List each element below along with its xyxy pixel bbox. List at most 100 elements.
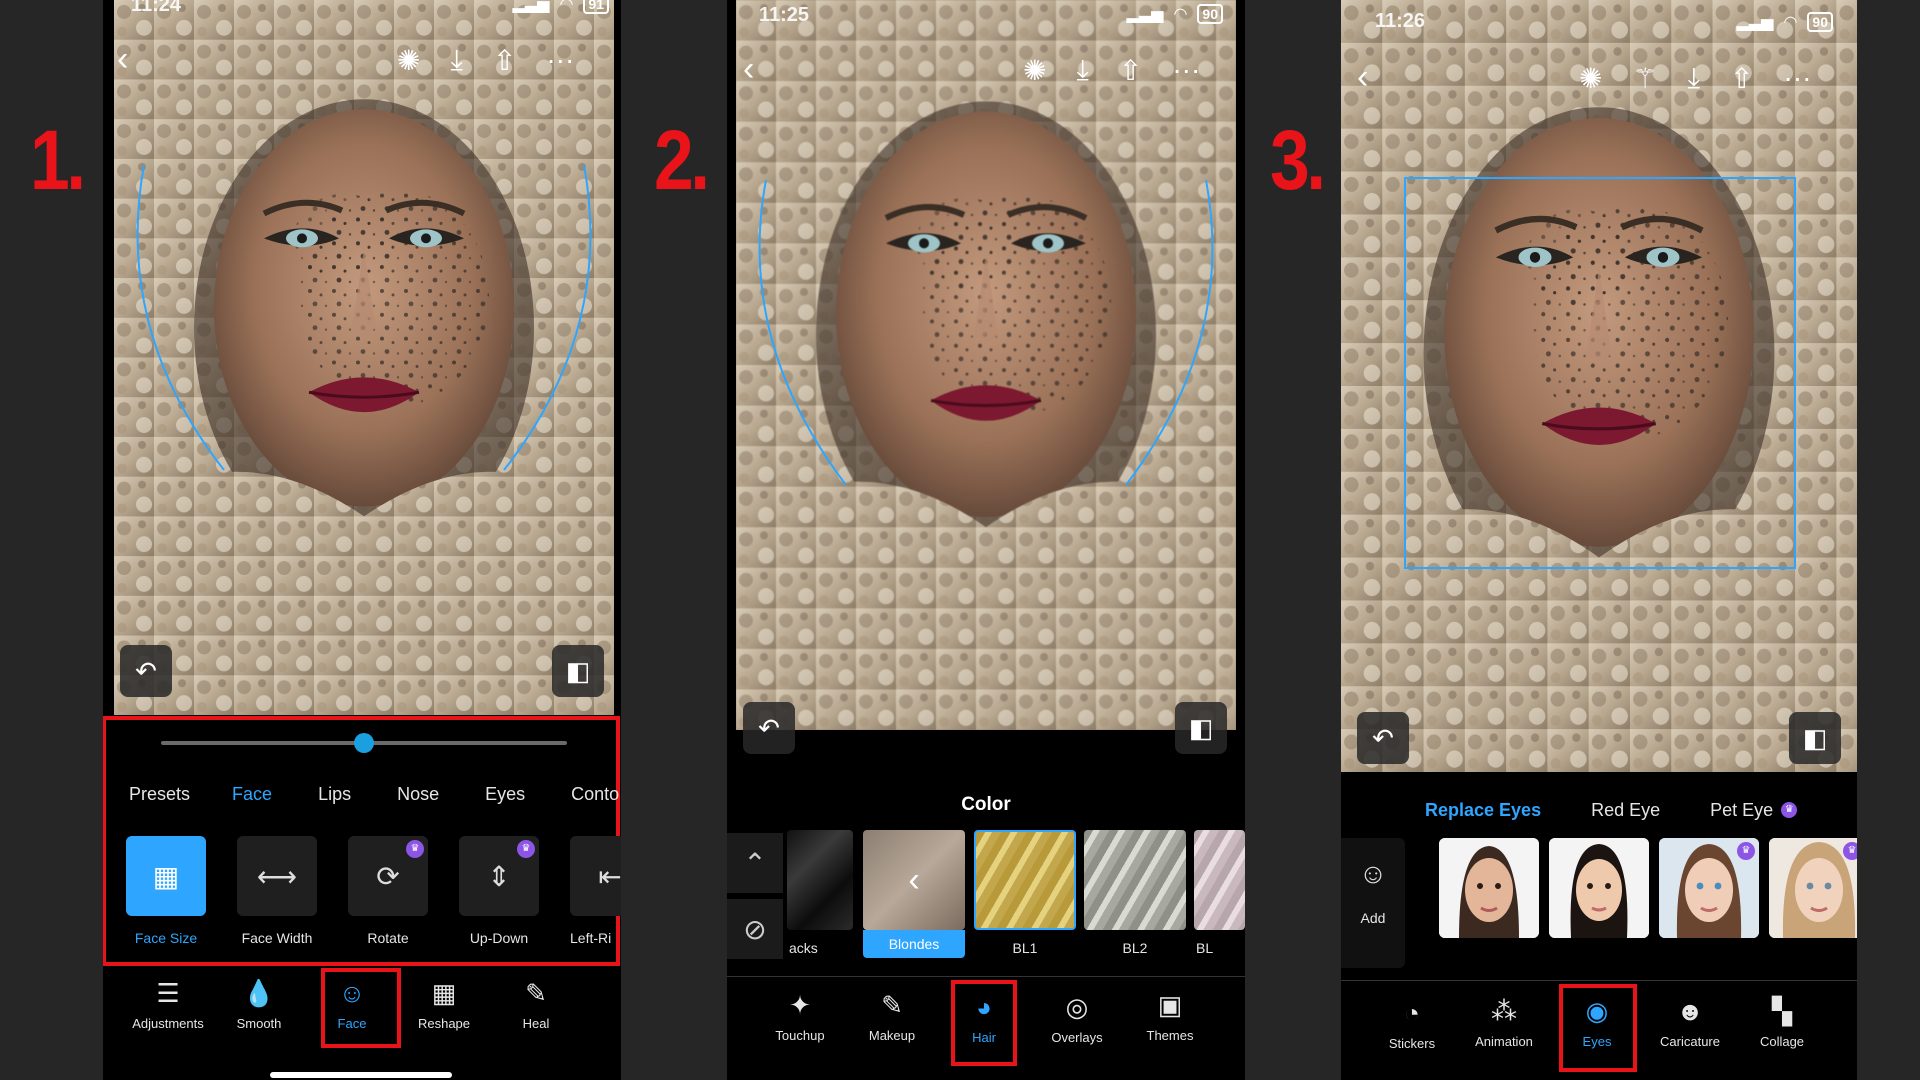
download-icon[interactable]: ⤓: [1076, 54, 1088, 87]
nav-stickers[interactable]: ◔ Stickers: [1367, 998, 1457, 1051]
tab-face[interactable]: Face: [232, 784, 272, 805]
chevron-left-icon: ‹: [908, 860, 920, 899]
divider: [1341, 980, 1857, 981]
share-icon[interactable]: ⇧: [493, 44, 516, 77]
tool-up-down[interactable]: ⇕ ♛ Up-Down: [459, 836, 539, 946]
download-icon[interactable]: ⤓: [1688, 62, 1700, 95]
touchup-wand-icon: ✦: [789, 990, 811, 1020]
collapse-button[interactable]: ⌃: [727, 833, 783, 893]
more-icon[interactable]: ···: [1783, 62, 1811, 95]
nav-label: Heal: [522, 1016, 550, 1031]
back-icon[interactable]: ‹: [743, 50, 754, 89]
swatch-label: BL2: [1122, 940, 1148, 956]
nav-label: Animation: [1475, 1034, 1533, 1049]
undo-button[interactable]: ↶: [743, 702, 795, 754]
swatch-blacks[interactable]: [787, 830, 853, 930]
share-icon[interactable]: ⇧: [1119, 54, 1142, 87]
tab-contour[interactable]: Conto: [571, 784, 619, 805]
nav-reshape[interactable]: ▦ Reshape: [399, 978, 489, 1031]
swatch-label: BL: [1196, 940, 1214, 956]
magic-wand-icon[interactable]: ⚚: [1632, 62, 1657, 95]
undo-button[interactable]: ↶: [120, 645, 172, 697]
intensity-slider-thumb[interactable]: [354, 733, 374, 753]
status-time: 11:26: [1375, 10, 1426, 32]
photo-canvas: [1341, 0, 1857, 772]
tab-eyes[interactable]: Eyes: [485, 784, 525, 805]
tool-face-width[interactable]: ⟷ Face Width: [237, 836, 317, 946]
swatch-bl2[interactable]: [1084, 830, 1186, 930]
nav-overlays[interactable]: ◎ Overlays: [1032, 992, 1122, 1045]
tool-face-size[interactable]: ▦ Face Size: [126, 836, 206, 946]
nav-touchup[interactable]: ✦ Touchup: [755, 990, 845, 1043]
tool-rotate[interactable]: ⟳ ♛ Rotate: [348, 836, 428, 946]
nav-collage[interactable]: ▚ Collage: [1737, 996, 1827, 1049]
nav-caricature[interactable]: ☻ Caricature: [1645, 996, 1735, 1049]
nav-label: Touchup: [775, 1028, 825, 1043]
add-eye-button[interactable]: ☺ Add: [1341, 838, 1405, 968]
tab-nose[interactable]: Nose: [397, 784, 439, 805]
face-selection-box[interactable]: [1404, 177, 1796, 569]
battery-icon: 90: [1807, 12, 1833, 32]
status-time: 11:25: [759, 4, 810, 26]
face-category-tabs: Presets Face Lips Nose Eyes Conto: [129, 784, 619, 805]
premium-crown-icon: ♛: [1781, 802, 1798, 818]
none-button[interactable]: ⊘: [727, 899, 783, 959]
tool-label: Face Size: [134, 930, 198, 946]
tab-red-eye[interactable]: Red Eye: [1591, 800, 1660, 821]
premium-crown-icon: ♛: [1843, 842, 1857, 860]
compare-button[interactable]: ◧: [1789, 712, 1841, 764]
more-icon[interactable]: ···: [546, 44, 574, 77]
wifi-icon: ◠: [1173, 6, 1188, 23]
nav-makeup[interactable]: ✎ Makeup: [847, 990, 937, 1043]
download-icon[interactable]: ⤓: [450, 44, 462, 77]
swatch-blondes-category[interactable]: ‹: [863, 830, 965, 930]
compare-button[interactable]: ◧: [552, 645, 604, 697]
eye-preset-1[interactable]: [1439, 838, 1539, 938]
tool-label: Up-Down: [469, 930, 529, 946]
eye-preset-3[interactable]: ♛: [1659, 838, 1759, 938]
themes-icon: ▣: [1157, 990, 1183, 1020]
wifi-icon: ◠: [1783, 14, 1798, 31]
face-outline-guide: [758, 179, 1214, 486]
nav-adjustments[interactable]: ☰ Adjustments: [123, 978, 213, 1031]
left-right-icon: ⇤: [598, 860, 621, 892]
share-icon[interactable]: ⇧: [1730, 62, 1753, 95]
swatch-label: Blondes: [863, 930, 965, 958]
tab-presets[interactable]: Presets: [129, 784, 190, 805]
swatch-bl3[interactable]: [1194, 830, 1245, 930]
tab-lips[interactable]: Lips: [318, 784, 351, 805]
nav-label: Themes: [1146, 1028, 1194, 1043]
tool-left-right[interactable]: ⇤ Left-Ri: [570, 836, 621, 946]
undo-button[interactable]: ↶: [1357, 712, 1409, 764]
section-title: Color: [961, 794, 1011, 815]
lightbulb-icon[interactable]: ✺: [397, 44, 420, 77]
nav-label: Collage: [1759, 1034, 1805, 1049]
signal-icon: ▂▃▅: [512, 0, 550, 13]
highlight-eyes-nav: [1559, 984, 1637, 1072]
premium-crown-icon: ♛: [517, 840, 535, 858]
more-icon[interactable]: ···: [1172, 54, 1200, 87]
add-face-icon: ☺: [1358, 858, 1388, 889]
back-icon[interactable]: ‹: [1357, 58, 1368, 97]
highlight-face-nav: [321, 968, 401, 1048]
nav-themes[interactable]: ▣ Themes: [1125, 990, 1215, 1043]
step-number-1: 1.: [30, 113, 86, 207]
overlays-icon: ◎: [1065, 992, 1089, 1022]
compare-button[interactable]: ◧: [1175, 702, 1227, 754]
back-icon[interactable]: ‹: [117, 40, 128, 79]
tab-pet-eye[interactable]: Pet Eye: [1710, 800, 1773, 821]
nav-label: Smooth: [236, 1016, 282, 1031]
nav-animation[interactable]: ⁂ Animation: [1459, 996, 1549, 1049]
eye-preset-2[interactable]: [1549, 838, 1649, 938]
nav-label: Adjustments: [132, 1016, 204, 1031]
photo-canvas: [114, 0, 614, 715]
swatch-bl1[interactable]: [974, 830, 1076, 930]
eye-preset-4[interactable]: ♛: [1769, 838, 1857, 938]
status-bar-icons: ▂▃▅ ◠ 90: [1737, 12, 1833, 32]
tool-label: Face Width: [241, 930, 313, 946]
nav-smooth[interactable]: 💧 Smooth: [214, 978, 304, 1031]
lightbulb-icon[interactable]: ✺: [1579, 62, 1602, 95]
tab-replace-eyes[interactable]: Replace Eyes: [1425, 800, 1541, 821]
nav-heal[interactable]: ✎ Heal: [491, 978, 581, 1031]
lightbulb-icon[interactable]: ✺: [1023, 54, 1046, 87]
